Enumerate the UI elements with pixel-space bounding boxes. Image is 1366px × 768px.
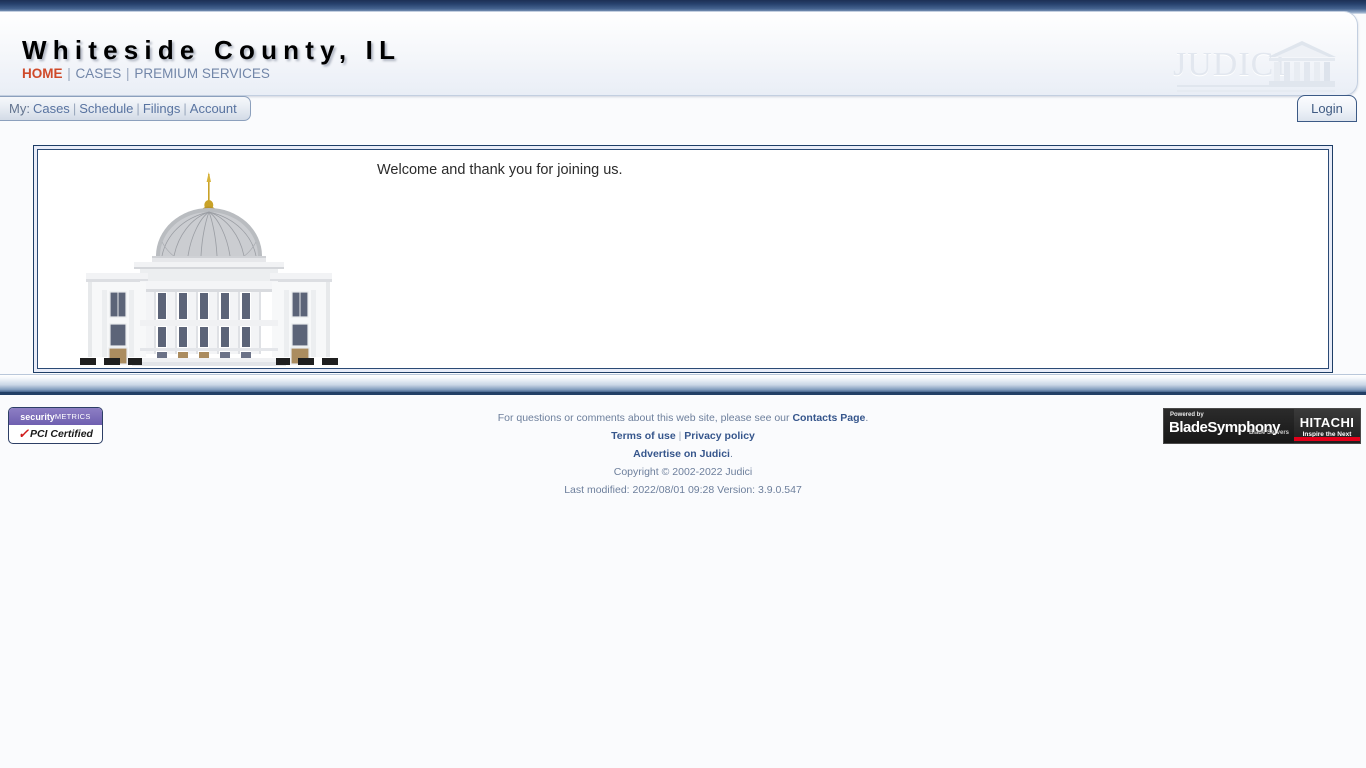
login-button[interactable]: Login <box>1297 95 1357 122</box>
nav-separator: | <box>63 66 75 81</box>
site-header: Whiteside County, IL HOME | CASES | PREM… <box>0 11 1358 96</box>
my-tab-bar: My: Cases | Schedule | Filings | Account <box>0 96 251 121</box>
my-tab-prefix: My: <box>9 101 30 116</box>
footer-contact-text: For questions or comments about this web… <box>497 412 793 424</box>
hitachi-bladesymphony-badge[interactable]: Powered by BladeSymphony Blade Servers H… <box>1163 408 1361 444</box>
pci-badge-certified: ✓ PCI Certified <box>9 425 102 443</box>
judici-logo[interactable]: JUDICI <box>1173 34 1339 96</box>
pci-brand-first: security <box>20 411 55 422</box>
pci-badge-brand: security METRICS <box>9 408 102 425</box>
hitachi-accent-rule <box>1294 437 1360 441</box>
footer-link-contacts-page[interactable]: Contacts Page <box>792 412 865 424</box>
pci-brand-second: METRICS <box>54 412 91 421</box>
footer-separator-cap <box>0 392 1366 395</box>
footer-separator-bar <box>0 374 1366 393</box>
tab-separator: | <box>183 101 187 116</box>
footer-contact-line: For questions or comments about this web… <box>0 409 1366 427</box>
bladesymphony-panel: Powered by BladeSymphony Blade Servers <box>1164 409 1294 443</box>
my-tab-filings[interactable]: Filings <box>143 101 181 116</box>
tab-separator: | <box>136 101 140 116</box>
nav-separator: | <box>122 66 134 81</box>
hitachi-panel: HITACHI Inspire the Next <box>1294 409 1360 443</box>
footer-advertise-line: Advertise on Judici. <box>0 445 1366 463</box>
footer: For questions or comments about this web… <box>0 409 1366 499</box>
footer-link-advertise[interactable]: Advertise on Judici <box>633 448 730 460</box>
hitachi-wordmark: HITACHI <box>1299 414 1355 430</box>
tab-separator: | <box>72 101 77 116</box>
main-navigation: HOME | CASES | PREMIUM SERVICES <box>22 66 270 81</box>
footer-link-terms-of-use[interactable]: Terms of use <box>611 430 676 442</box>
footer-contact-suffix: . <box>865 412 869 424</box>
my-tab-account[interactable]: Account <box>190 101 237 116</box>
nav-link-home[interactable]: HOME <box>22 66 63 81</box>
judici-rule <box>1177 90 1335 92</box>
footer-separator: | <box>675 430 685 442</box>
main-content-inner: Welcome and thank you for joining us. <box>37 149 1329 369</box>
checkmark-icon: ✓ <box>18 426 29 441</box>
footer-link-privacy-policy[interactable]: Privacy policy <box>684 430 755 442</box>
main-content-panel: Welcome and thank you for joining us. <box>33 145 1333 373</box>
courthouse-temple-icon <box>1268 41 1336 85</box>
my-tab-cases[interactable]: Cases <box>33 101 70 116</box>
county-courthouse-illustration <box>80 172 338 366</box>
welcome-message: Welcome and thank you for joining us. <box>377 162 623 178</box>
blade-servers-label: Blade Servers <box>1248 430 1289 436</box>
page-title: Whiteside County, IL <box>22 35 402 65</box>
securitymetrics-pci-badge[interactable]: security METRICS ✓ PCI Certified <box>8 407 103 444</box>
judici-rule <box>1177 85 1335 87</box>
pci-certified-label: PCI Certified <box>29 428 93 440</box>
footer-copyright: Copyright © 2002-2022 Judici <box>613 466 753 478</box>
nav-link-premium-services[interactable]: PREMIUM SERVICES <box>134 66 270 81</box>
footer-advertise-suffix: . <box>729 448 733 460</box>
powered-by-label: Powered by <box>1170 412 1204 418</box>
nav-link-cases[interactable]: CASES <box>76 66 122 81</box>
footer-legal-line: Terms of use | Privacy policy <box>0 427 1366 445</box>
footer-version: Last modified: 2022/08/01 09:28 Version:… <box>564 484 802 496</box>
my-tab-schedule[interactable]: Schedule <box>79 101 133 116</box>
